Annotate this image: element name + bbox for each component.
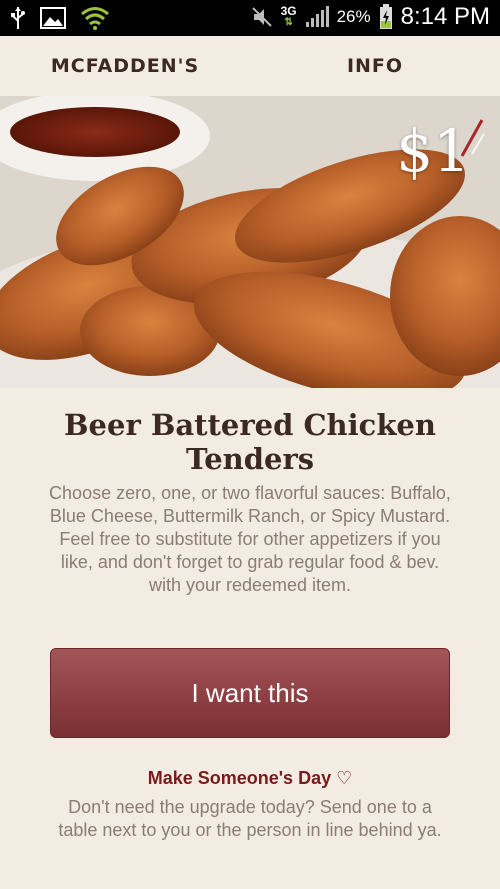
i-want-this-button[interactable]: I want this <box>50 648 450 738</box>
signal-icon <box>305 6 329 27</box>
image-notification-icon <box>40 7 66 29</box>
battery-percent: 26% <box>336 7 371 26</box>
gift-description: Don't need the upgrade today? Send one t… <box>58 797 442 840</box>
offer-description: Choose zero, one, or two flavorful sauce… <box>49 483 451 595</box>
gift-heading[interactable]: Make Someone's Day ♡ <box>0 768 500 789</box>
tab-bar: MCFADDEN'S INFO <box>0 36 500 131</box>
battery-charging-icon <box>379 4 392 29</box>
price-strike-mark <box>460 119 485 157</box>
status-bar-system: 3G ⇅ 26% 8:14 PM <box>251 3 490 31</box>
wifi-icon <box>81 7 109 30</box>
mute-icon <box>251 7 272 27</box>
gift-title-text: Make Someone's Day <box>147 768 332 788</box>
offer-title: Beer Battered Chicken Tenders <box>64 408 436 476</box>
network-type: 3G ⇅ <box>280 4 297 28</box>
status-bar: 3G ⇅ 26% 8:14 PM <box>0 0 500 36</box>
usb-icon <box>11 7 25 29</box>
heart-icon: ♡ <box>336 768 353 788</box>
tab-mcfaddens[interactable]: MCFADDEN'S <box>0 36 250 96</box>
tab-info[interactable]: INFO <box>250 36 500 96</box>
status-bar-notifications <box>10 5 110 31</box>
clock: 8:14 PM <box>400 3 490 30</box>
